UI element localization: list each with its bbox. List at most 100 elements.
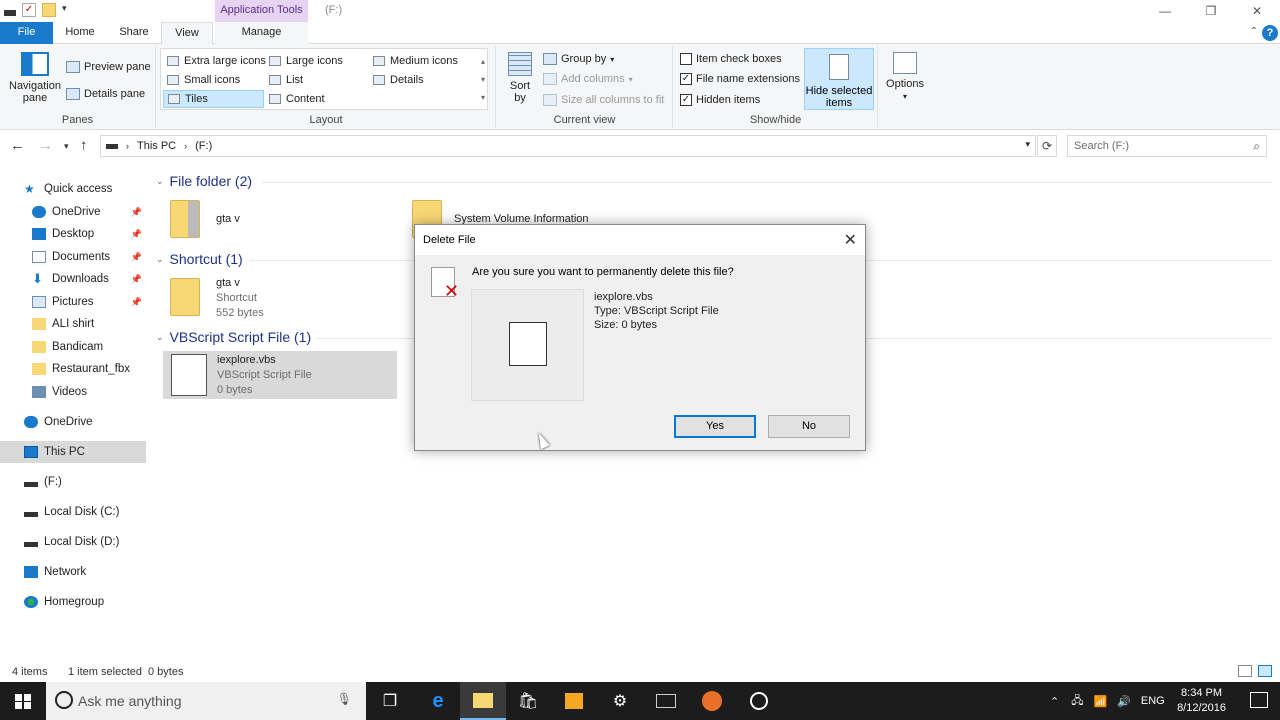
add-columns-button[interactable]: Add columns ▾ (543, 70, 633, 88)
maximize-button[interactable]: ❐ (1188, 0, 1234, 22)
tab-home[interactable]: Home (55, 22, 105, 44)
details-pane-button[interactable]: Details pane (66, 85, 145, 103)
file-name-extensions-toggle[interactable]: ✓ File name extensions (680, 70, 800, 88)
breadcrumb-this-pc[interactable]: This PC (137, 140, 176, 152)
size-columns-button[interactable]: Size all columns to fit (543, 91, 664, 109)
minimize-button[interactable]: — (1142, 0, 1188, 22)
nav-item-homegroup[interactable]: Homegroup (0, 591, 146, 613)
pin-icon[interactable]: 📌 (131, 297, 142, 308)
nav-item-pictures[interactable]: Pictures 📌 (0, 291, 146, 313)
nav-item-ali-shirt[interactable]: ALI shirt (0, 313, 146, 335)
sort-by-button[interactable]: Sort by (505, 52, 535, 104)
hidden-items-checkbox[interactable]: ✓ (680, 94, 692, 106)
chevron-down-icon[interactable]: ⌄ (156, 254, 164, 265)
show-hidden-icons-icon[interactable]: ⌃ (1050, 695, 1059, 708)
nav-item-restaurant-fbx[interactable]: Restaurant_fbx (0, 358, 146, 380)
wifi-icon[interactable]: 📶 (1093, 695, 1107, 708)
tab-manage[interactable]: Manage (215, 22, 308, 44)
language-indicator[interactable]: ENG (1141, 695, 1165, 707)
nav-item-quick-access[interactable]: ★ Quick access (0, 178, 146, 200)
firefox-icon[interactable] (689, 682, 735, 720)
layout-content[interactable]: Content (265, 90, 325, 108)
back-button[interactable]: ← (10, 137, 25, 154)
nav-item-local-disk-d[interactable]: Local Disk (D:) (0, 531, 146, 553)
navigation-pane-button[interactable]: Navigation pane (4, 52, 66, 104)
no-button[interactable]: No (768, 415, 850, 438)
hide-selected-items-button[interactable]: Hide selected items (804, 48, 874, 110)
tab-view[interactable]: View (161, 22, 213, 45)
nav-item-onedrive[interactable]: OneDrive (0, 411, 146, 433)
terminal-icon[interactable] (643, 682, 689, 720)
nav-item-network[interactable]: Network (0, 561, 146, 583)
file-name-extensions-checkbox[interactable]: ✓ (680, 73, 692, 85)
ribbon-collapse-icon[interactable]: ⌃ (1250, 26, 1258, 37)
large-icons-view-icon[interactable] (1258, 665, 1272, 677)
nav-item-this-pc[interactable]: This PC (0, 441, 146, 463)
pin-icon[interactable]: 📌 (131, 252, 142, 263)
layout-large-icons[interactable]: Large icons (265, 52, 343, 70)
breadcrumb-drive[interactable]: (F:) (195, 140, 212, 152)
nav-item-local-disk-c[interactable]: Local Disk (C:) (0, 501, 146, 523)
file-explorer-icon[interactable] (460, 682, 506, 720)
pin-icon[interactable]: 📌 (131, 229, 142, 240)
layout-list[interactable]: List (265, 71, 303, 89)
refresh-button[interactable]: ⟳ (1037, 135, 1057, 157)
hidden-items-toggle[interactable]: ✓ Hidden items (680, 91, 760, 109)
volume-icon[interactable]: 🔊 (1117, 695, 1131, 708)
list-item-selected[interactable]: iexplore.vbs VBScript Script File 0 byte… (163, 351, 397, 399)
steam-icon[interactable]: ⚙ (597, 682, 643, 720)
list-item[interactable]: gta v (170, 200, 410, 244)
nav-item-documents[interactable]: Documents 📌 (0, 246, 146, 268)
address-bar[interactable]: › This PC › (F:) ▾ (100, 135, 1036, 157)
properties-icon[interactable]: ✓ (22, 3, 36, 17)
group-header-vbscript[interactable]: ⌄ VBScript Script File (1) (156, 329, 311, 345)
layout-extra-large-icons[interactable]: Extra large icons (163, 52, 266, 70)
nav-item-desktop[interactable]: Desktop 📌 (0, 223, 146, 245)
chevron-down-icon[interactable]: ▾ (62, 3, 76, 17)
layout-medium-icons[interactable]: Medium icons (369, 52, 458, 70)
microphone-icon[interactable]: 🎙 (337, 692, 352, 706)
pin-icon[interactable]: 📌 (131, 274, 142, 285)
nav-item-drive-f[interactable]: (F:) (0, 471, 146, 493)
help-icon[interactable]: ? (1262, 25, 1278, 41)
preview-pane-button[interactable]: Preview pane (66, 58, 151, 76)
list-item[interactable]: gta v Shortcut 552 bytes (170, 276, 410, 322)
pin-icon[interactable]: 📌 (131, 207, 142, 218)
up-button[interactable]: ↑ (80, 137, 88, 154)
chevron-down-icon[interactable]: ⌄ (156, 176, 164, 187)
group-by-button[interactable]: Group by ▾ (543, 50, 614, 68)
nav-item-onedrive-pinned[interactable]: OneDrive 📌 (0, 201, 146, 223)
start-button[interactable] (0, 682, 46, 720)
task-view-icon[interactable]: ❐ (367, 682, 413, 720)
nav-item-downloads[interactable]: ⬇ Downloads 📌 (0, 268, 146, 290)
layout-details[interactable]: Details (369, 71, 424, 89)
item-check-boxes-toggle[interactable]: Item check boxes (680, 50, 782, 68)
action-center-icon[interactable] (1250, 692, 1268, 708)
recent-locations-icon[interactable]: ▾ (64, 141, 69, 152)
item-check-boxes-checkbox[interactable] (680, 53, 692, 65)
new-folder-icon[interactable] (42, 3, 56, 17)
tab-file[interactable]: File (0, 22, 53, 44)
address-dropdown-icon[interactable]: ▾ (1025, 139, 1030, 150)
obs-icon[interactable] (736, 682, 782, 720)
layout-small-icons[interactable]: Small icons (163, 71, 240, 89)
clock[interactable]: 8:34 PM 8/12/2016 (1177, 686, 1226, 716)
forward-button[interactable]: → (38, 137, 53, 154)
nav-item-bandicam[interactable]: Bandicam (0, 336, 146, 358)
options-button[interactable]: Options ▾ (884, 52, 926, 103)
edge-icon[interactable]: e (415, 682, 461, 720)
layout-tiles[interactable]: Tiles (163, 90, 264, 108)
media-player-icon[interactable] (551, 682, 597, 720)
nav-item-videos[interactable]: Videos (0, 381, 146, 403)
chevron-down-icon[interactable]: ⌄ (156, 332, 164, 343)
tab-share[interactable]: Share (108, 22, 160, 44)
group-header-shortcut[interactable]: ⌄ Shortcut (1) (156, 251, 243, 267)
details-view-icon[interactable] (1238, 665, 1252, 677)
search-input[interactable]: Search (F:) ⌕ (1067, 135, 1267, 157)
network-status-icon[interactable]: 🖧 (1071, 692, 1083, 711)
cortana-search-box[interactable]: Ask me anything 🎙 (46, 682, 366, 720)
close-button[interactable]: ✕ (1234, 0, 1280, 22)
store-icon[interactable]: 🛍 (505, 682, 551, 720)
group-header-file-folder[interactable]: ⌄ File folder (2) (156, 173, 252, 189)
layout-scroll-icon[interactable]: ▴ ▾ ▾ (481, 53, 485, 107)
